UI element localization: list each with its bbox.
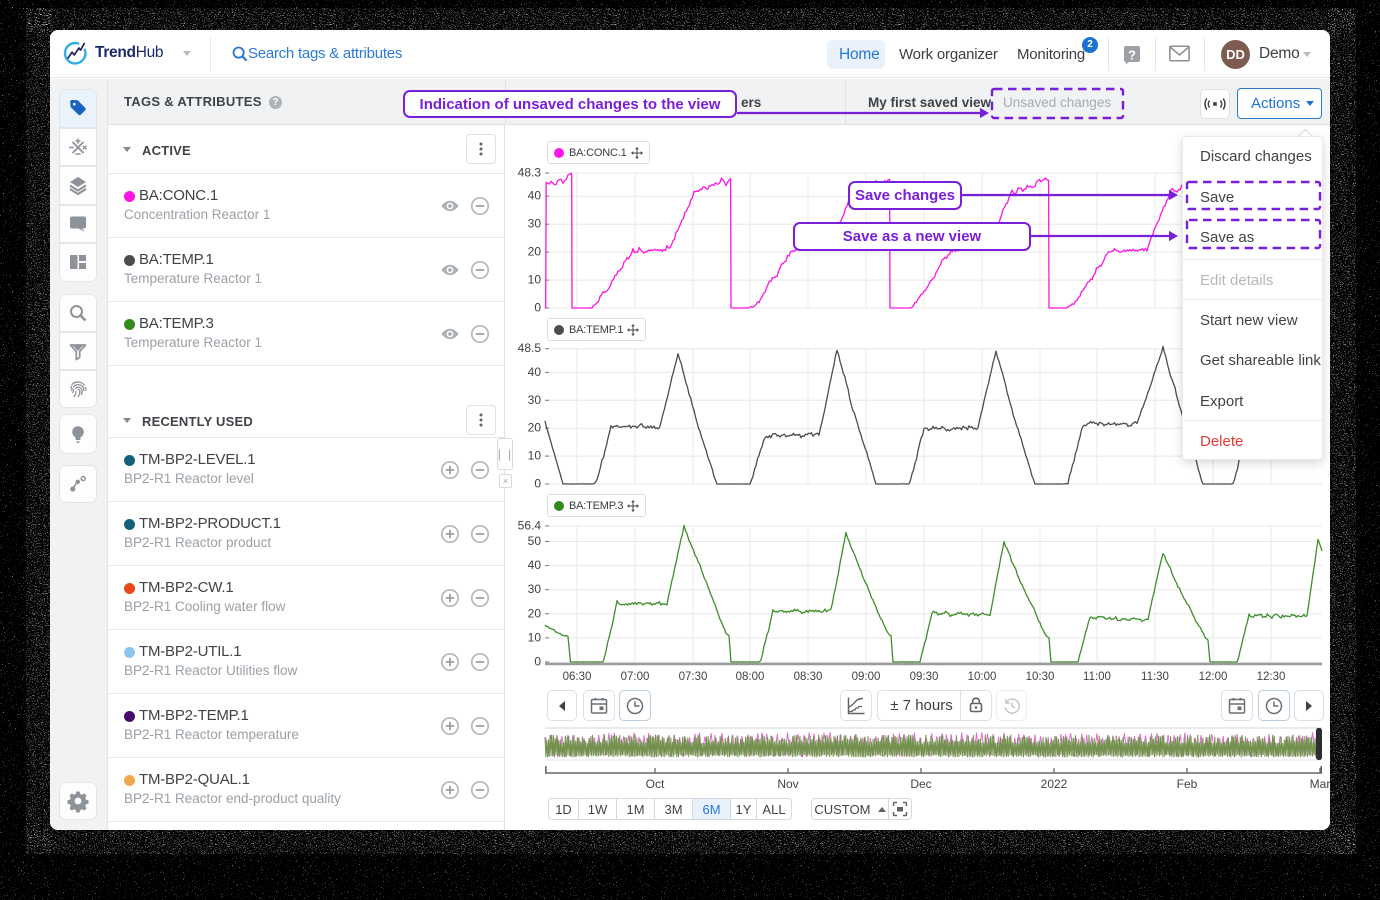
svg-text:30: 30: [528, 217, 542, 231]
svg-text:07:30: 07:30: [679, 671, 708, 683]
svg-text:12:00: 12:00: [1199, 671, 1228, 683]
svg-text:10: 10: [528, 273, 542, 287]
svg-text:09:30: 09:30: [910, 671, 939, 683]
svg-text:10:00: 10:00: [968, 671, 997, 683]
svg-text:12:30: 12:30: [1257, 671, 1286, 683]
svg-text:Dec: Dec: [910, 777, 931, 791]
svg-text:20: 20: [528, 421, 542, 435]
svg-text:50: 50: [528, 534, 542, 548]
svg-text:08:30: 08:30: [794, 671, 823, 683]
svg-text:40: 40: [528, 365, 542, 379]
svg-text:10: 10: [528, 630, 542, 644]
svg-text:?: ?: [1128, 47, 1136, 62]
svg-text:Nov: Nov: [777, 777, 798, 791]
svg-text:08:00: 08:00: [736, 671, 765, 683]
svg-text:0: 0: [534, 477, 541, 491]
svg-text:Feb: Feb: [1177, 777, 1198, 791]
svg-text:Mar: Mar: [1310, 777, 1330, 791]
svg-text:Oct: Oct: [646, 777, 665, 791]
svg-text:07:00: 07:00: [621, 671, 650, 683]
svg-text:10:30: 10:30: [1026, 671, 1055, 683]
svg-text:56.4: 56.4: [518, 519, 542, 533]
svg-text:10: 10: [528, 449, 542, 463]
svg-text:09:00: 09:00: [852, 671, 881, 683]
svg-text:0: 0: [534, 655, 541, 669]
svg-text:30: 30: [528, 582, 542, 596]
svg-text:48.5: 48.5: [518, 341, 542, 355]
svg-text:40: 40: [528, 558, 542, 572]
svg-text:40: 40: [528, 189, 542, 203]
svg-text:48.3: 48.3: [518, 166, 542, 180]
svg-text:20: 20: [528, 606, 542, 620]
svg-text:30: 30: [528, 393, 542, 407]
svg-text:06:30: 06:30: [563, 671, 592, 683]
svg-text:11:30: 11:30: [1141, 671, 1169, 683]
svg-text:2022: 2022: [1041, 777, 1068, 791]
svg-text:0: 0: [534, 301, 541, 315]
svg-text:20: 20: [528, 245, 542, 259]
svg-text:11:00: 11:00: [1083, 671, 1111, 683]
